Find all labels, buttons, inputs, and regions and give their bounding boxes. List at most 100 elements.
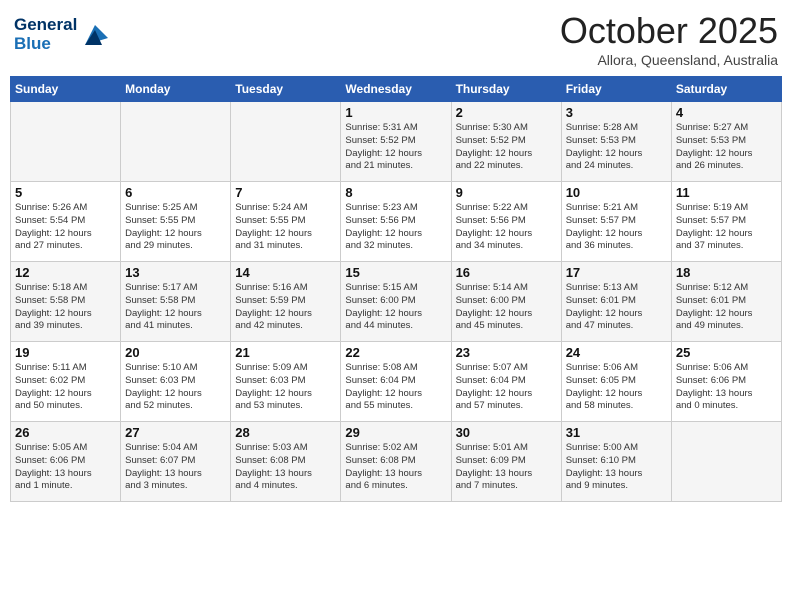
calendar-cell: 12 Sunrise: 5:18 AM Sunset: 5:58 PM Dayli… bbox=[11, 262, 121, 342]
calendar-cell bbox=[231, 102, 341, 182]
day-info: Sunrise: 5:16 AM Sunset: 5:59 PM Dayligh… bbox=[235, 282, 336, 333]
day-info: Sunrise: 5:28 AM Sunset: 5:53 PM Dayligh… bbox=[566, 122, 667, 173]
day-number: 4 bbox=[676, 105, 777, 120]
day-number: 30 bbox=[456, 425, 557, 440]
calendar-cell: 16Sunrise: 5:14 AM Sunset: 6:00 PM Dayli… bbox=[451, 262, 561, 342]
day-info: Sunrise: 5:26 AM Sunset: 5:54 PM Dayligh… bbox=[15, 202, 116, 253]
calendar-cell: 26Sunrise: 5:05 AM Sunset: 6:06 PM Dayli… bbox=[11, 422, 121, 502]
calendar-cell: 18 Sunrise: 5:12 AM Sunset: 6:01 PM Dayli… bbox=[671, 262, 781, 342]
day-info: Sunrise: 5:15 AM Sunset: 6:00 PM Dayligh… bbox=[345, 282, 446, 333]
column-header-monday: Monday bbox=[121, 77, 231, 102]
day-info: Sunrise: 5:13 AM Sunset: 6:01 PM Dayligh… bbox=[566, 282, 667, 333]
day-info: Sunrise: 5:12 AM Sunset: 6:01 PM Dayligh… bbox=[676, 282, 777, 333]
day-number: 12 bbox=[15, 265, 116, 280]
day-number: 13 bbox=[125, 265, 226, 280]
day-info: Sunrise: 5:10 AM Sunset: 6:03 PM Dayligh… bbox=[125, 362, 226, 413]
day-info: Sunrise: 5:23 AM Sunset: 5:56 PM Dayligh… bbox=[345, 202, 446, 253]
calendar-cell: 11Sunrise: 5:19 AM Sunset: 5:57 PM Dayli… bbox=[671, 182, 781, 262]
column-header-sunday: Sunday bbox=[11, 77, 121, 102]
calendar-cell: 30 Sunrise: 5:01 AM Sunset: 6:09 PM Dayli… bbox=[451, 422, 561, 502]
calendar-week-row: 1Sunrise: 5:31 AM Sunset: 5:52 PM Daylig… bbox=[11, 102, 782, 182]
calendar-week-row: 19 Sunrise: 5:11 AM Sunset: 6:02 PM Dayli… bbox=[11, 342, 782, 422]
calendar-cell: 19 Sunrise: 5:11 AM Sunset: 6:02 PM Dayli… bbox=[11, 342, 121, 422]
day-info: Sunrise: 5:21 AM Sunset: 5:57 PM Dayligh… bbox=[566, 202, 667, 253]
calendar-week-row: 12 Sunrise: 5:18 AM Sunset: 5:58 PM Dayli… bbox=[11, 262, 782, 342]
page-header: General Blue October 2025 Allora, Queens… bbox=[10, 10, 782, 68]
calendar-cell: 29Sunrise: 5:02 AM Sunset: 6:08 PM Dayli… bbox=[341, 422, 451, 502]
day-number: 15 bbox=[345, 265, 446, 280]
day-info: Sunrise: 5:02 AM Sunset: 6:08 PM Dayligh… bbox=[345, 442, 446, 493]
day-number: 11 bbox=[676, 185, 777, 200]
day-info: Sunrise: 5:00 AM Sunset: 6:10 PM Dayligh… bbox=[566, 442, 667, 493]
calendar-cell: 22 Sunrise: 5:08 AM Sunset: 6:04 PM Dayli… bbox=[341, 342, 451, 422]
calendar-cell: 15 Sunrise: 5:15 AM Sunset: 6:00 PM Dayli… bbox=[341, 262, 451, 342]
calendar-cell: 24 Sunrise: 5:06 AM Sunset: 6:05 PM Dayli… bbox=[561, 342, 671, 422]
day-number: 10 bbox=[566, 185, 667, 200]
day-number: 31 bbox=[566, 425, 667, 440]
calendar-cell: 4 Sunrise: 5:27 AM Sunset: 5:53 PM Daylig… bbox=[671, 102, 781, 182]
logo-line1: General bbox=[14, 16, 77, 35]
calendar-cell: 27 Sunrise: 5:04 AM Sunset: 6:07 PM Dayli… bbox=[121, 422, 231, 502]
logo-icon bbox=[80, 20, 110, 50]
calendar-week-row: 26Sunrise: 5:05 AM Sunset: 6:06 PM Dayli… bbox=[11, 422, 782, 502]
day-info: Sunrise: 5:30 AM Sunset: 5:52 PM Dayligh… bbox=[456, 122, 557, 173]
month-title: October 2025 bbox=[560, 10, 778, 52]
day-number: 18 bbox=[676, 265, 777, 280]
day-number: 8 bbox=[345, 185, 446, 200]
day-number: 21 bbox=[235, 345, 336, 360]
logo: General Blue bbox=[14, 16, 110, 53]
day-info: Sunrise: 5:11 AM Sunset: 6:02 PM Dayligh… bbox=[15, 362, 116, 413]
day-info: Sunrise: 5:01 AM Sunset: 6:09 PM Dayligh… bbox=[456, 442, 557, 493]
day-number: 7 bbox=[235, 185, 336, 200]
calendar-table: SundayMondayTuesdayWednesdayThursdayFrid… bbox=[10, 76, 782, 502]
day-number: 14 bbox=[235, 265, 336, 280]
calendar-cell: 23 Sunrise: 5:07 AM Sunset: 6:04 PM Dayli… bbox=[451, 342, 561, 422]
day-info: Sunrise: 5:27 AM Sunset: 5:53 PM Dayligh… bbox=[676, 122, 777, 173]
day-number: 26 bbox=[15, 425, 116, 440]
calendar-cell: 21 Sunrise: 5:09 AM Sunset: 6:03 PM Dayli… bbox=[231, 342, 341, 422]
column-header-thursday: Thursday bbox=[451, 77, 561, 102]
calendar-cell: 17 Sunrise: 5:13 AM Sunset: 6:01 PM Dayli… bbox=[561, 262, 671, 342]
day-info: Sunrise: 5:09 AM Sunset: 6:03 PM Dayligh… bbox=[235, 362, 336, 413]
day-info: Sunrise: 5:06 AM Sunset: 6:06 PM Dayligh… bbox=[676, 362, 777, 413]
calendar-cell: 10 Sunrise: 5:21 AM Sunset: 5:57 PM Dayli… bbox=[561, 182, 671, 262]
calendar-cell: 5Sunrise: 5:26 AM Sunset: 5:54 PM Daylig… bbox=[11, 182, 121, 262]
day-number: 2 bbox=[456, 105, 557, 120]
day-info: Sunrise: 5:06 AM Sunset: 6:05 PM Dayligh… bbox=[566, 362, 667, 413]
day-info: Sunrise: 5:14 AM Sunset: 6:00 PM Dayligh… bbox=[456, 282, 557, 333]
column-header-tuesday: Tuesday bbox=[231, 77, 341, 102]
calendar-cell: 7Sunrise: 5:24 AM Sunset: 5:55 PM Daylig… bbox=[231, 182, 341, 262]
day-info: Sunrise: 5:18 AM Sunset: 5:58 PM Dayligh… bbox=[15, 282, 116, 333]
day-info: Sunrise: 5:03 AM Sunset: 6:08 PM Dayligh… bbox=[235, 442, 336, 493]
day-number: 1 bbox=[345, 105, 446, 120]
calendar-header-row: SundayMondayTuesdayWednesdayThursdayFrid… bbox=[11, 77, 782, 102]
calendar-cell: 28Sunrise: 5:03 AM Sunset: 6:08 PM Dayli… bbox=[231, 422, 341, 502]
calendar-cell: 25Sunrise: 5:06 AM Sunset: 6:06 PM Dayli… bbox=[671, 342, 781, 422]
calendar-cell bbox=[121, 102, 231, 182]
calendar-cell: 9Sunrise: 5:22 AM Sunset: 5:56 PM Daylig… bbox=[451, 182, 561, 262]
title-block: October 2025 Allora, Queensland, Austral… bbox=[560, 10, 778, 68]
location-subtitle: Allora, Queensland, Australia bbox=[560, 52, 778, 68]
day-info: Sunrise: 5:25 AM Sunset: 5:55 PM Dayligh… bbox=[125, 202, 226, 253]
day-info: Sunrise: 5:17 AM Sunset: 5:58 PM Dayligh… bbox=[125, 282, 226, 333]
column-header-saturday: Saturday bbox=[671, 77, 781, 102]
logo-line2: Blue bbox=[14, 35, 77, 54]
day-number: 19 bbox=[15, 345, 116, 360]
calendar-cell: 1Sunrise: 5:31 AM Sunset: 5:52 PM Daylig… bbox=[341, 102, 451, 182]
day-number: 17 bbox=[566, 265, 667, 280]
day-info: Sunrise: 5:07 AM Sunset: 6:04 PM Dayligh… bbox=[456, 362, 557, 413]
calendar-cell: 6Sunrise: 5:25 AM Sunset: 5:55 PM Daylig… bbox=[121, 182, 231, 262]
day-number: 24 bbox=[566, 345, 667, 360]
day-number: 23 bbox=[456, 345, 557, 360]
day-info: Sunrise: 5:08 AM Sunset: 6:04 PM Dayligh… bbox=[345, 362, 446, 413]
column-header-friday: Friday bbox=[561, 77, 671, 102]
column-header-wednesday: Wednesday bbox=[341, 77, 451, 102]
calendar-cell: 14 Sunrise: 5:16 AM Sunset: 5:59 PM Dayli… bbox=[231, 262, 341, 342]
day-number: 3 bbox=[566, 105, 667, 120]
calendar-cell: 2 Sunrise: 5:30 AM Sunset: 5:52 PM Daylig… bbox=[451, 102, 561, 182]
day-number: 22 bbox=[345, 345, 446, 360]
day-info: Sunrise: 5:04 AM Sunset: 6:07 PM Dayligh… bbox=[125, 442, 226, 493]
calendar-cell: 20Sunrise: 5:10 AM Sunset: 6:03 PM Dayli… bbox=[121, 342, 231, 422]
day-number: 27 bbox=[125, 425, 226, 440]
calendar-cell bbox=[671, 422, 781, 502]
